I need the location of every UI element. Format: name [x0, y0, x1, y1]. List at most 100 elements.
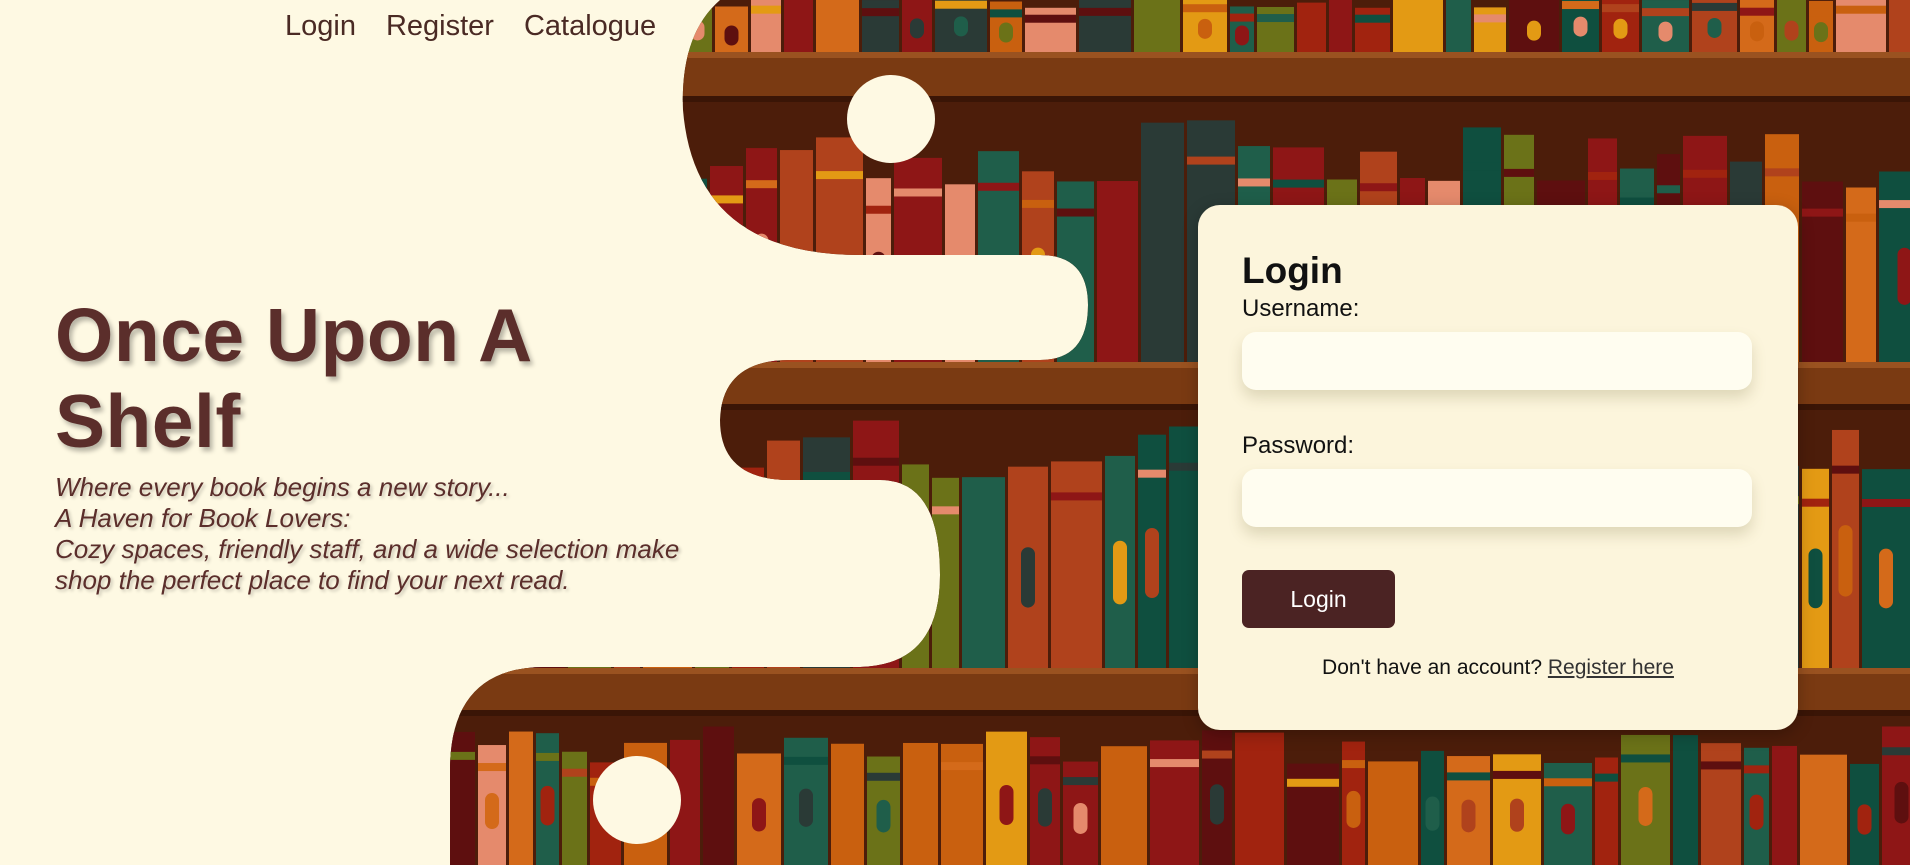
book-spine-label	[1894, 781, 1909, 824]
book-spine-band	[1257, 14, 1294, 23]
decor-circle-top	[847, 75, 935, 163]
book-spine	[1772, 745, 1797, 865]
book-spine	[732, 467, 764, 668]
book-spine-band	[862, 8, 899, 17]
book-spine-band	[941, 762, 983, 771]
book-spine-band	[1329, 5, 1352, 14]
book-spine-label	[1784, 20, 1799, 41]
book-spine-label	[799, 788, 813, 827]
book-spine-label	[1425, 796, 1440, 831]
username-input[interactable]	[1242, 332, 1752, 390]
book-spine-band	[978, 182, 1019, 191]
book-spine	[945, 184, 975, 362]
book-spine-band	[1504, 168, 1534, 177]
book-spine-band	[1740, 7, 1774, 16]
book-spine-label	[876, 799, 891, 833]
book-spine-label	[1069, 544, 1084, 607]
book-spine-label	[1184, 523, 1199, 596]
book-spine	[1800, 754, 1847, 865]
book-spine-band	[1879, 200, 1910, 209]
book-spine	[509, 731, 533, 865]
book-spine-label	[724, 25, 739, 46]
decor-circle-bottom	[593, 756, 681, 844]
book-spine-label	[1527, 20, 1541, 41]
book-spine	[703, 726, 734, 865]
book-spine-label	[954, 16, 968, 37]
book-spine-band	[1187, 156, 1235, 165]
book-spine-label	[1658, 21, 1673, 42]
book-spine-band	[1202, 750, 1232, 759]
book-spine-label	[1613, 18, 1628, 39]
book-spine	[1235, 732, 1284, 865]
book-spine-band	[1051, 492, 1102, 501]
book-spine-band	[710, 195, 743, 204]
book-spine-band	[1730, 191, 1762, 200]
book-spine-label	[1021, 547, 1035, 608]
book-spine	[683, 0, 712, 54]
book-spine-label	[1750, 21, 1764, 42]
top-nav: Login Register Catalogue	[285, 10, 656, 43]
book-spine-band	[935, 0, 987, 9]
book-spine	[1673, 735, 1698, 865]
book-spine-band	[1809, 8, 1833, 17]
book-spine-label	[1031, 247, 1045, 305]
book-spine-band	[1832, 465, 1859, 474]
book-spine-band	[867, 772, 900, 781]
book-spine-label	[1749, 794, 1764, 830]
book-spine	[1889, 0, 1910, 54]
shelf-board-top	[450, 52, 1910, 100]
nav-login-link[interactable]: Login	[285, 10, 356, 43]
book-spine-label	[1638, 786, 1653, 826]
book-spine-band	[1882, 747, 1910, 756]
book-spine-band	[1287, 778, 1339, 787]
book-spine	[894, 157, 942, 362]
book-spine-band	[1063, 777, 1098, 786]
book-spine-band	[1744, 765, 1769, 774]
book-spine-band	[1463, 162, 1501, 171]
login-submit-button[interactable]: Login	[1242, 570, 1395, 628]
book-spine-band	[536, 752, 559, 761]
book-spine-label	[1561, 803, 1575, 835]
book-spine-band	[562, 768, 587, 777]
book-spine-label	[999, 22, 1013, 43]
register-here-link[interactable]: Register here	[1548, 656, 1674, 679]
book-spine-label	[1510, 798, 1524, 832]
book-spine-band	[1493, 770, 1541, 779]
nav-register-link[interactable]: Register	[386, 10, 494, 43]
book-spine-label	[999, 784, 1014, 825]
password-input[interactable]	[1242, 469, 1752, 527]
book-spine-label	[1814, 22, 1828, 43]
book-spine-label	[1461, 799, 1476, 833]
book-spine-band	[784, 756, 828, 765]
book-spine-band	[894, 188, 942, 197]
login-heading: Login	[1242, 250, 1343, 291]
book-spine-label	[690, 20, 705, 41]
book-spine-label	[540, 785, 555, 826]
book-spine-band	[803, 471, 850, 480]
book-spine-band	[1079, 7, 1131, 16]
tagline: Where every book begins a new story... A…	[55, 472, 715, 596]
tagline-line-1: Where every book begins a new story...	[55, 472, 510, 502]
book-spine-label	[953, 255, 967, 309]
book-spine-band	[1342, 760, 1365, 769]
book-spine-label	[1897, 247, 1910, 305]
nav-catalogue-link[interactable]: Catalogue	[524, 10, 656, 43]
tagline-line-3: Cozy spaces, friendly staff, and a wide …	[55, 534, 680, 564]
book-spine-band	[1230, 13, 1254, 22]
book-spine-band	[1273, 179, 1324, 188]
login-card: Login Username: Password: Login Don't ha…	[1198, 205, 1798, 730]
book-spine-band	[1025, 14, 1076, 23]
book-spine-band	[1621, 754, 1670, 763]
book-spine-band	[1238, 178, 1270, 187]
book-spine-label	[1073, 802, 1088, 834]
book-spine-band	[624, 191, 675, 200]
book-spine-label	[599, 227, 614, 295]
book-spine-band	[1544, 778, 1592, 787]
book-spine-band	[1846, 213, 1876, 222]
tagline-line-4: shop the perfect place to find your next…	[55, 565, 570, 595]
username-label: Username:	[1242, 295, 1360, 322]
book-spine-band	[1588, 171, 1617, 180]
book-spine-band	[1183, 4, 1227, 13]
book-spine	[1297, 2, 1326, 54]
book-spine-band	[678, 206, 707, 215]
